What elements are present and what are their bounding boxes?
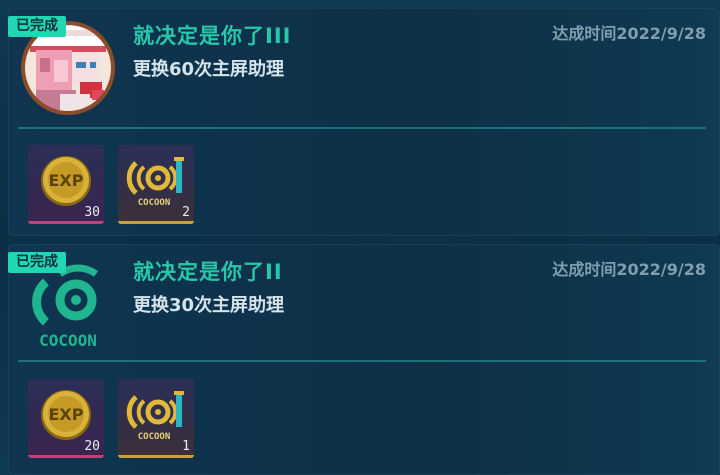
achievement-date: 达成时间2022/9/28: [552, 24, 706, 43]
cocoon-logo-text: COCOON: [39, 331, 97, 350]
reward-count: 1: [182, 439, 190, 454]
divider: [18, 127, 706, 129]
achievement-card[interactable]: 已完成 COCOON 就决定是你了II 更换30次主屏助理 达成时间2022/9…: [8, 244, 720, 475]
achievement-description: 更换60次主屏助理: [133, 59, 285, 80]
achievement-list: 已完成 就决定是你了III 更换60次主屏助理 达成时间2022/9/28 EX…: [0, 0, 720, 475]
achievement-title: 就决定是你了II: [133, 260, 283, 284]
reward-exp[interactable]: EXP 20: [28, 379, 104, 458]
reward-count: 30: [84, 205, 100, 220]
cocoon-token-label: COCOON: [138, 432, 171, 442]
achievement-date: 达成时间2022/9/28: [552, 260, 706, 279]
divider: [18, 360, 706, 362]
reward-count: 20: [84, 439, 100, 454]
completed-badge: 已完成: [8, 252, 66, 273]
achievement-title: 就决定是你了III: [133, 24, 292, 48]
achievement-description: 更换30次主屏助理: [133, 295, 285, 316]
reward-cocoon[interactable]: COCOON 1: [118, 379, 194, 458]
exp-coin-label: EXP: [49, 405, 84, 424]
completed-badge: 已完成: [8, 16, 66, 37]
reward-cocoon[interactable]: COCOON 2: [118, 145, 194, 224]
exp-coin-label: EXP: [49, 171, 84, 190]
achievement-card[interactable]: 已完成 就决定是你了III 更换60次主屏助理 达成时间2022/9/28 EX…: [8, 8, 720, 236]
cocoon-token-label: COCOON: [138, 198, 171, 208]
reward-exp[interactable]: EXP 30: [28, 145, 104, 224]
reward-count: 2: [182, 205, 190, 220]
